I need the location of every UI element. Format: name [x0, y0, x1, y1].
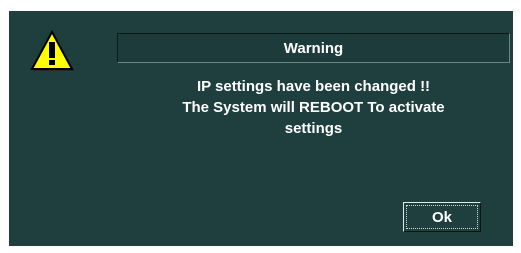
- dialog-title: Warning: [117, 33, 510, 63]
- message-line-2: The System will REBOOT To activate: [182, 99, 445, 116]
- warning-dialog: Warning IP settings have been changed !!…: [9, 11, 513, 246]
- message-line-3: settings: [284, 120, 343, 137]
- dialog-title-text: Warning: [283, 39, 344, 57]
- dialog-message: IP settings have been changed !! The Sys…: [117, 76, 510, 139]
- warning-triangle-icon: [30, 29, 74, 73]
- ok-button[interactable]: Ok: [403, 202, 481, 232]
- ok-button-focus: Ok: [406, 205, 478, 229]
- message-line-1: IP settings have been changed !!: [196, 78, 431, 95]
- ok-button-label: Ok: [431, 208, 452, 226]
